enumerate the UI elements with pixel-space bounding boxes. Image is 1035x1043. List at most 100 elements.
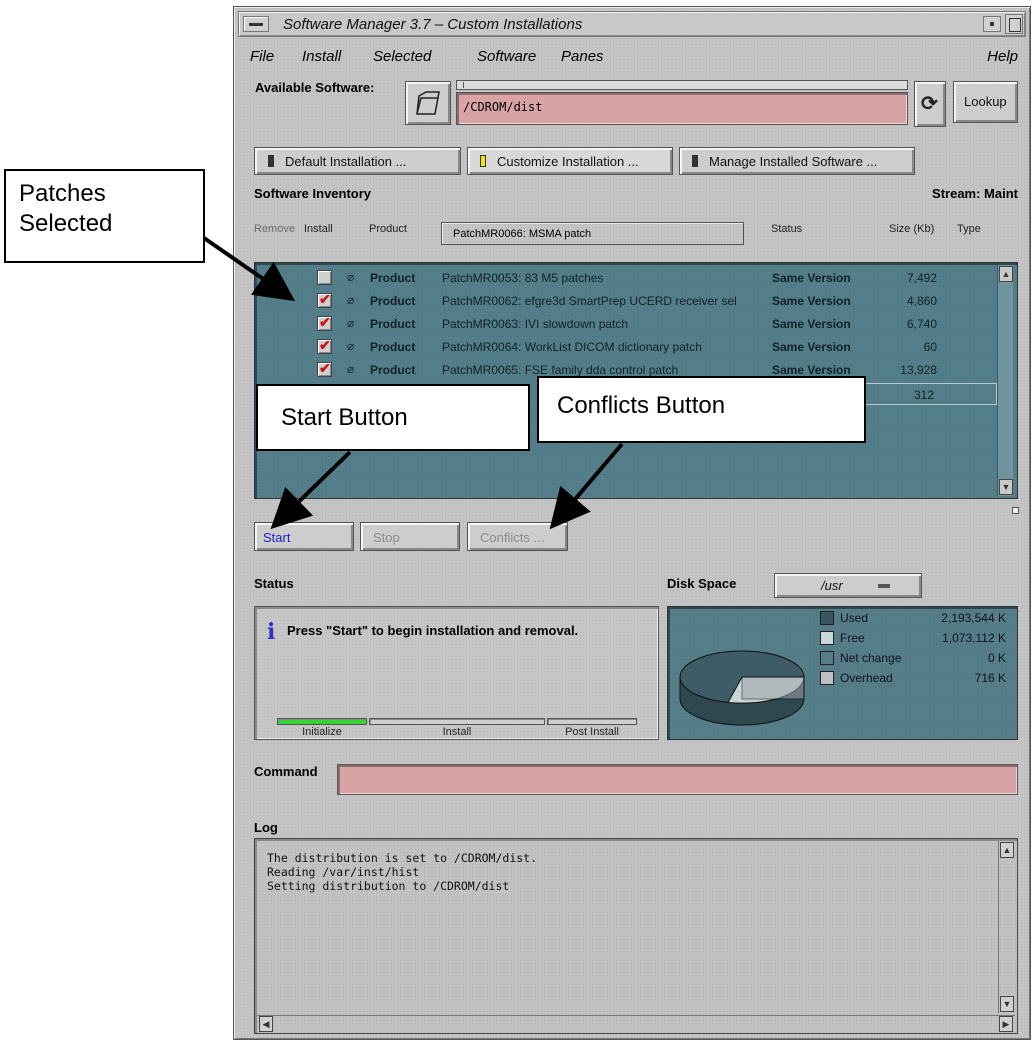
install-checkbox[interactable] xyxy=(317,291,332,308)
folder-icon xyxy=(416,91,440,115)
column-size: Size (Kb) xyxy=(889,223,935,235)
available-software-label: Available Software: xyxy=(255,80,375,95)
menu-help[interactable]: Help xyxy=(987,48,1018,65)
resize-handle[interactable] xyxy=(1012,507,1019,514)
menu-software[interactable]: Software xyxy=(477,48,536,65)
list-item[interactable]: ⌀ Product PatchMR0062: efgre3d SmartPrep… xyxy=(255,290,987,312)
refresh-icon: ⟳ xyxy=(921,93,938,115)
customize-installation-label: Customize Installation ... xyxy=(497,154,639,169)
log-horizontal-scrollbar[interactable]: ◀ ▶ xyxy=(257,1015,1015,1032)
install-checkbox[interactable] xyxy=(317,360,332,377)
product-icon: ⌀ xyxy=(347,362,355,376)
initialize-progress-bar xyxy=(277,718,367,725)
start-label: Start xyxy=(263,530,291,545)
row-type: Product xyxy=(370,294,416,308)
available-software-path-input[interactable]: /CDROM/dist xyxy=(456,92,908,125)
stage-install: Install xyxy=(442,726,472,738)
legend-overhead-swatch xyxy=(820,671,834,685)
legend-used-value: 2,193,544 K xyxy=(941,611,1006,625)
log-line: Setting distribution to /CDROM/dist xyxy=(267,879,510,893)
manage-indicator-icon xyxy=(692,155,698,167)
conflicts-button[interactable]: Conflicts ... xyxy=(467,522,568,551)
default-installation-label: Default Installation ... xyxy=(285,154,407,169)
log-line: The distribution is set to /CDROM/dist. xyxy=(267,851,538,865)
column-status: Status xyxy=(771,223,803,235)
start-button-callout: Start Button xyxy=(256,384,530,451)
stop-button[interactable]: Stop xyxy=(360,522,460,551)
log-text-area[interactable]: The distribution is set to /CDROM/dist. … xyxy=(254,838,1018,1034)
menu-bar: File Install Selected Software Panes Hel… xyxy=(244,45,1020,69)
legend-used-swatch xyxy=(820,611,834,625)
row-status: Same Version xyxy=(772,363,851,377)
install-checkbox[interactable] xyxy=(317,270,332,285)
lookup-button[interactable]: Lookup xyxy=(953,81,1018,123)
row-product-name: PatchMR0063: IVI slowdown patch xyxy=(442,317,629,331)
menu-file[interactable]: File xyxy=(250,48,274,65)
scroll-up-arrow-icon[interactable]: ▲ xyxy=(999,266,1013,282)
disk-volume-select[interactable]: /usr xyxy=(774,573,922,598)
refresh-button[interactable]: ⟳ xyxy=(914,81,946,127)
legend-net-change-swatch xyxy=(820,651,834,665)
menu-install[interactable]: Install xyxy=(302,48,341,65)
stream-label: Stream: Maint xyxy=(932,186,1018,201)
minimize-button[interactable] xyxy=(983,16,1001,32)
command-input[interactable] xyxy=(337,764,1018,795)
row-product-name: PatchMR0062: efgre3d SmartPrep UCERD rec… xyxy=(442,294,737,308)
install-checkbox[interactable] xyxy=(317,314,332,331)
row-status: Same Version xyxy=(772,317,851,331)
row-product-name: PatchMR0053: 83 M5 patches xyxy=(442,271,604,285)
default-installation-button[interactable]: Default Installation ... xyxy=(254,147,461,175)
menu-panes[interactable]: Panes xyxy=(561,48,604,65)
product-icon: ⌀ xyxy=(347,293,355,307)
scroll-down-arrow-icon[interactable]: ▼ xyxy=(999,479,1013,495)
row-product-name: PatchMR0064: WorkList DICOM dictionary p… xyxy=(442,340,702,354)
list-item[interactable]: 312 xyxy=(845,383,997,405)
column-product: Product xyxy=(369,223,407,235)
window-menu-button[interactable] xyxy=(243,16,269,32)
default-indicator-icon xyxy=(268,155,274,167)
scroll-up-arrow-icon[interactable]: ▲ xyxy=(1000,842,1014,858)
column-install: Install xyxy=(304,223,333,235)
status-panel: i Press "Start" to begin installation an… xyxy=(254,606,659,740)
list-item[interactable]: ⌀ Product PatchMR0053: 83 M5 patches Sam… xyxy=(255,267,987,289)
menu-selected[interactable]: Selected xyxy=(373,48,431,65)
customize-installation-button[interactable]: Customize Installation ... xyxy=(467,147,673,175)
patches-selected-callout: Patches Selected xyxy=(4,169,205,263)
row-type: Product xyxy=(370,363,416,377)
manage-installed-software-label: Manage Installed Software ... xyxy=(709,154,878,169)
row-type: Product xyxy=(370,317,416,331)
inventory-vertical-scrollbar[interactable]: ▲ ▼ xyxy=(997,265,1013,496)
disk-space-title: Disk Space xyxy=(667,576,737,591)
start-button[interactable]: Start xyxy=(254,522,354,551)
maximize-button[interactable] xyxy=(1005,14,1023,34)
list-item[interactable]: ⌀ Product PatchMR0063: IVI slowdown patc… xyxy=(255,313,987,335)
row-size: 60 xyxy=(923,340,937,354)
scroll-down-arrow-icon[interactable]: ▼ xyxy=(1000,996,1014,1012)
legend-free-label: Free xyxy=(840,631,865,645)
list-item[interactable]: ⌀ Product PatchMR0064: WorkList DICOM di… xyxy=(255,336,987,358)
disk-usage-pie-chart xyxy=(679,650,805,726)
row-status: Same Version xyxy=(772,294,851,308)
scroll-right-arrow-icon[interactable]: ▶ xyxy=(999,1016,1013,1032)
row-size: 13,928 xyxy=(900,363,937,377)
post-install-progress-bar xyxy=(547,718,637,725)
stage-initialize: Initialize xyxy=(302,726,342,738)
status-message: Press "Start" to begin installation and … xyxy=(287,623,579,638)
path-history-bar[interactable] xyxy=(456,80,908,90)
info-icon: i xyxy=(267,619,276,645)
scroll-left-arrow-icon[interactable]: ◀ xyxy=(259,1016,273,1032)
product-icon: ⌀ xyxy=(347,270,355,284)
product-icon: ⌀ xyxy=(347,339,355,353)
browse-folder-button[interactable] xyxy=(405,81,451,125)
install-progress-bar xyxy=(369,718,545,725)
manage-installed-software-button[interactable]: Manage Installed Software ... xyxy=(679,147,915,175)
title-bar[interactable]: Software Manager 3.7 – Custom Installati… xyxy=(238,11,1026,37)
row-size: 6,740 xyxy=(906,317,937,331)
log-title: Log xyxy=(254,820,278,835)
install-checkbox[interactable] xyxy=(317,337,332,354)
stage-post-install: Post Install xyxy=(565,726,619,738)
legend-net-change-label: Net change xyxy=(840,651,902,665)
log-vertical-scrollbar[interactable]: ▲ ▼ xyxy=(998,841,1014,1013)
conflicts-button-callout: Conflicts Button xyxy=(537,376,866,443)
customize-indicator-icon xyxy=(480,155,486,167)
